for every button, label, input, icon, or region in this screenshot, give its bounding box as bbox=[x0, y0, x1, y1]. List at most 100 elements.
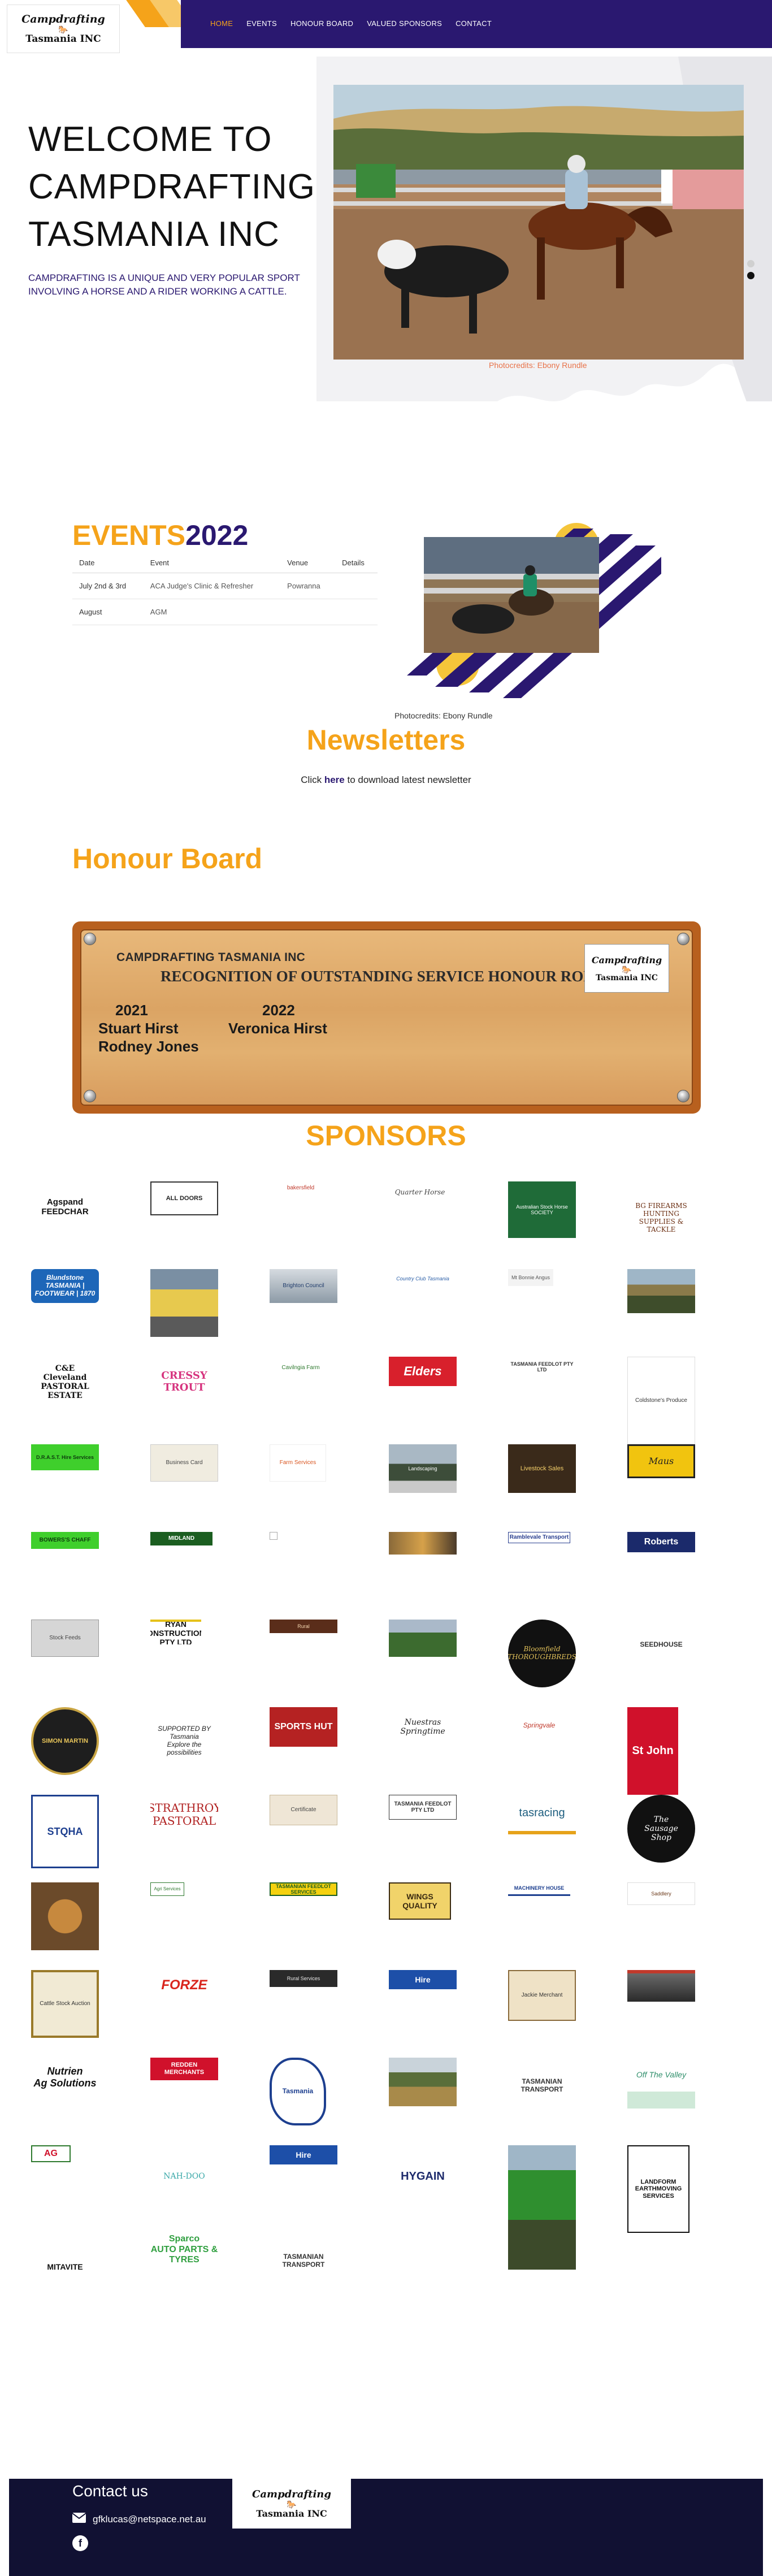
sponsor-logo[interactable]: Hire bbox=[389, 1970, 457, 1989]
sponsor-logo[interactable]: BOWERS'S CHAFF bbox=[31, 1532, 99, 1549]
sponsor-logo[interactable] bbox=[150, 1269, 218, 1337]
sponsor-logo[interactable]: Business Card bbox=[150, 1444, 218, 1482]
sponsor-logo[interactable]: Rural bbox=[270, 1620, 337, 1633]
sponsor-logo[interactable]: HYGAIN bbox=[389, 2145, 457, 2207]
sponsor-logo[interactable]: CRESSY TROUT bbox=[150, 1357, 218, 1408]
sponsor-logo[interactable]: Brighton Council bbox=[270, 1269, 337, 1303]
sponsor-logo-cell: SPORTS HUT bbox=[267, 1707, 386, 1795]
sponsor-logo[interactable] bbox=[627, 1269, 695, 1313]
sponsor-logo[interactable]: REDDEN MERCHANTS bbox=[150, 2058, 218, 2080]
sponsor-logo[interactable]: Mt Bonnie Angus bbox=[508, 1269, 553, 1286]
sponsor-logo[interactable]: Agri Services bbox=[150, 1882, 184, 1896]
sponsor-logo[interactable]: Coldstone's Produce bbox=[627, 1357, 695, 1444]
sponsor-logo[interactable]: WINGS QUALITY bbox=[389, 1882, 451, 1920]
sponsor-logo[interactable] bbox=[270, 1532, 277, 1540]
site-footer: Contact us gfklucas@netspace.net.au f Ca… bbox=[9, 2479, 763, 2576]
facebook-icon[interactable]: f bbox=[72, 2535, 88, 2551]
sponsor-logo[interactable]: Off The Valley bbox=[627, 2058, 695, 2109]
sponsor-logo[interactable]: tasracing bbox=[508, 1795, 576, 1834]
nav-valued-sponsors[interactable]: VALUED SPONSORS bbox=[367, 19, 442, 28]
sponsor-logo[interactable]: Cattle Stock Auction bbox=[31, 1970, 99, 2038]
sponsor-logo-cell bbox=[386, 2058, 505, 2145]
sponsor-logo[interactable] bbox=[389, 1620, 457, 1657]
sponsor-logo[interactable]: Nutrien Ag Solutions bbox=[31, 2058, 99, 2097]
sponsor-logo[interactable]: SUPPORTED BY Tasmania Explore the possib… bbox=[150, 1707, 218, 1775]
site-logo[interactable]: Campdrafting 🐎 Tasmania INC bbox=[7, 5, 120, 53]
sponsor-logo-cell: BOWERS'S CHAFF bbox=[28, 1532, 148, 1620]
sponsor-logo[interactable]: TASMANIAN FEEDLOT SERVICES bbox=[270, 1882, 337, 1896]
sponsor-logo[interactable]: TASMANIA FEEDLOT PTY LTD bbox=[389, 1795, 457, 1820]
sponsor-logo[interactable]: Certificate bbox=[270, 1795, 337, 1825]
sponsor-logo[interactable] bbox=[389, 2058, 457, 2106]
sponsor-logo[interactable]: SEEDHOUSE bbox=[627, 1620, 695, 1670]
sponsor-logo[interactable]: Rural Services bbox=[270, 1970, 337, 1987]
sponsor-logo[interactable]: Quarter Horse bbox=[389, 1181, 451, 1204]
hero-title: WELCOME TO CAMPDRAFTING TASMANIA INC bbox=[28, 116, 345, 258]
sponsor-logo[interactable]: BG FIREARMS HUNTING SUPPLIES & TACKLE bbox=[627, 1181, 695, 1255]
nav-home[interactable]: HOME bbox=[210, 19, 233, 28]
sponsor-logo-text: Coldstone's Produce bbox=[635, 1397, 687, 1404]
sponsor-logo[interactable]: bakersfield bbox=[270, 1181, 332, 1195]
sponsor-logo[interactable]: Springvale bbox=[508, 1707, 570, 1744]
sponsor-logo[interactable]: SPORTS HUT bbox=[270, 1707, 337, 1747]
sponsor-logo[interactable]: Country Club Tasmania bbox=[389, 1269, 457, 1288]
sponsor-logo[interactable]: The Sausage Shop bbox=[627, 1795, 695, 1863]
sponsor-logo[interactable]: Livestock Sales bbox=[508, 1444, 576, 1493]
sponsor-logo[interactable]: Cavilngia Farm bbox=[270, 1357, 332, 1379]
sponsor-logo[interactable] bbox=[508, 2145, 576, 2270]
sponsor-logo[interactable]: NAH-DOO bbox=[150, 2145, 218, 2207]
sponsor-logo[interactable]: Tasmania bbox=[270, 2058, 326, 2125]
sponsor-logo[interactable]: Stock Feeds bbox=[31, 1620, 99, 1657]
sponsor-logo[interactable]: MACHINERY HOUSE bbox=[508, 1882, 570, 1896]
sponsor-logo[interactable]: ALL DOORS bbox=[150, 1181, 218, 1215]
sponsor-logo[interactable]: Ramblevale Transport bbox=[508, 1532, 570, 1543]
slider-dot[interactable] bbox=[747, 260, 754, 267]
sponsor-logo[interactable]: Hire bbox=[270, 2145, 337, 2164]
sponsor-logo[interactable]: LANDFORM EARTHMOVING SERVICES bbox=[627, 2145, 689, 2233]
footer-email-link[interactable]: gfklucas@netspace.net.au bbox=[93, 2514, 206, 2525]
sponsor-logo[interactable]: Sparco AUTO PARTS & TYRES bbox=[150, 2233, 218, 2267]
sponsor-logo[interactable]: TASMANIAN TRANSPORT bbox=[508, 2058, 576, 2114]
sponsor-logo[interactable]: Blundstone TASMANIA | FOOTWEAR | 1870 bbox=[31, 1269, 99, 1303]
sponsor-logo[interactable]: Bloomfield THOROUGHBREDS bbox=[508, 1620, 576, 1687]
nav-honour-board[interactable]: HONOUR BOARD bbox=[290, 19, 353, 28]
sponsor-logo[interactable]: TASMANIA FEEDLOT PTY LTD bbox=[508, 1357, 576, 1377]
nav-events[interactable]: EVENTS bbox=[246, 19, 277, 28]
nav-contact[interactable]: CONTACT bbox=[456, 19, 492, 28]
sponsor-logo[interactable]: SIMON MARTIN bbox=[31, 1707, 99, 1775]
footer-logo[interactable]: Campdrafting 🐎 Tasmania INC bbox=[232, 2479, 351, 2529]
sponsor-logo[interactable]: Saddlery bbox=[627, 1882, 695, 1905]
sponsor-logo[interactable]: Australian Stock Horse SOCIETY bbox=[508, 1181, 576, 1238]
sponsor-logo[interactable]: AG bbox=[31, 2145, 71, 2162]
sponsor-logo[interactable]: MIDLAND bbox=[150, 1532, 212, 1545]
plaque-year-2022: 2022 bbox=[262, 1002, 295, 1019]
sponsor-logo-cell bbox=[386, 1532, 505, 1620]
sponsor-logo[interactable]: STRATHROY PASTORAL bbox=[150, 1795, 218, 1834]
sponsor-logo[interactable]: D.R.A.S.T. Hire Services bbox=[31, 1444, 99, 1470]
sponsor-logo[interactable] bbox=[389, 1532, 457, 1555]
sponsor-logo[interactable]: RYAN CONSTRUCTIONS PTY LTD bbox=[150, 1620, 201, 1644]
sponsor-logo[interactable]: Jackie Merchant bbox=[508, 1970, 576, 2021]
sponsor-logo[interactable] bbox=[31, 1882, 99, 1950]
sponsor-logo[interactable]: STQHA bbox=[31, 1795, 99, 1868]
sponsor-logo[interactable] bbox=[627, 1970, 695, 2002]
sponsor-logo[interactable]: Roberts bbox=[627, 1532, 695, 1552]
sponsor-logo-text: BG FIREARMS HUNTING SUPPLIES & TACKLE bbox=[635, 1202, 687, 1233]
sponsor-logo[interactable]: Agspand FEEDCHAR bbox=[31, 1181, 99, 1232]
newsletters-section: Newsletters Click here to download lates… bbox=[0, 718, 772, 808]
sponsor-logo[interactable]: TASMANIAN TRANSPORT bbox=[270, 2233, 337, 2289]
sponsor-logo[interactable]: Landscaping bbox=[389, 1444, 457, 1493]
sponsor-logo[interactable]: St John bbox=[627, 1707, 678, 1795]
newsletter-download-link[interactable]: here bbox=[324, 774, 345, 785]
sponsor-logo[interactable]: MITAVITE bbox=[31, 2233, 99, 2301]
sponsor-logo[interactable]: Elders bbox=[389, 1357, 457, 1386]
sponsor-logo[interactable]: C&E Cleveland PASTORAL ESTATE bbox=[31, 1357, 99, 1408]
sponsor-logo[interactable]: Nuestras Springtime bbox=[389, 1707, 457, 1747]
sponsor-logo-text: BOWERS'S CHAFF bbox=[39, 1537, 91, 1544]
sponsor-logo[interactable]: Maus bbox=[627, 1444, 695, 1478]
sponsor-logo[interactable]: Farm Services bbox=[270, 1444, 326, 1482]
honour-board-section: Honour Board CAMPDRAFTING TASMANIA INC R… bbox=[0, 808, 772, 1114]
slider-dot-active[interactable] bbox=[747, 272, 754, 279]
sponsor-logo[interactable]: FORZE bbox=[150, 1970, 218, 2001]
honouree-name: Stuart Hirst bbox=[98, 1020, 179, 1037]
